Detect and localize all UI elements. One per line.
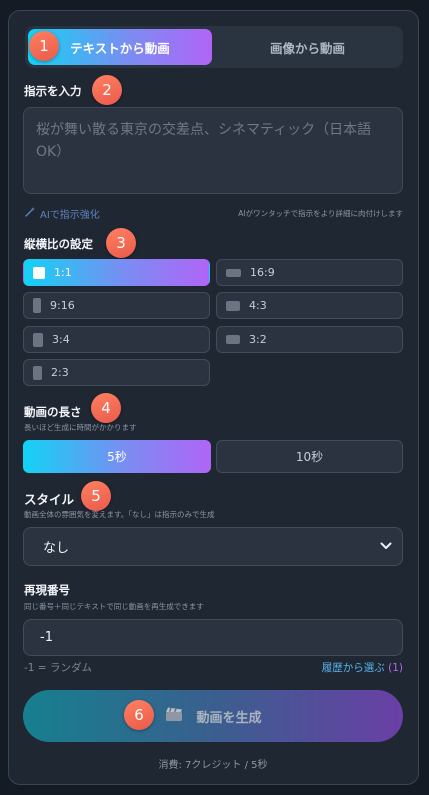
aspect-option-label: 3:2 <box>249 333 267 346</box>
history-label: 履歴から選ぶ <box>321 662 385 674</box>
aspect-option-2-3[interactable]: 2:3 <box>23 359 210 386</box>
aspect-option-9-16[interactable]: 9:16 <box>23 292 210 319</box>
seed-random-note: -1 = ランダム <box>24 662 92 674</box>
seed-input[interactable]: -1 <box>23 619 403 656</box>
magic-wand-icon <box>24 206 36 221</box>
portrait-icon <box>33 298 41 313</box>
seed-label: 再現番号 <box>24 583 70 597</box>
aspect-option-label: 1:1 <box>54 266 72 279</box>
aspect-option-label: 2:3 <box>51 366 69 379</box>
aspect-option-label: 16:9 <box>250 266 275 279</box>
duration-label: 動画の長さ <box>24 405 82 419</box>
portrait-icon <box>33 332 43 347</box>
prompt-label: 指示を入力 <box>24 84 82 98</box>
clapperboard-icon <box>164 706 186 726</box>
step-badge-5: 5 <box>81 481 111 511</box>
style-label: スタイル <box>24 492 75 507</box>
step-badge-4: 4 <box>91 393 121 423</box>
ai-enhance-note: AIがワンタッチで指示をより詳細に肉付けします <box>238 209 403 218</box>
aspect-label: 縦横比の設定 <box>24 237 93 251</box>
aspect-option-3-4[interactable]: 3:4 <box>23 326 210 353</box>
step-badge-3: 3 <box>106 228 136 258</box>
prompt-textarea[interactable]: 桜が舞い散る東京の交差点、シネマティック（日本語OK） <box>23 107 403 194</box>
chevron-down-icon <box>380 539 392 554</box>
mode-tabs: テキストから動画 画像から動画 <box>25 26 403 68</box>
duration-option-5s[interactable]: 5秒 <box>23 440 211 473</box>
landscape-icon <box>226 335 240 344</box>
style-select[interactable]: なし <box>23 527 403 566</box>
landscape-icon <box>226 268 241 277</box>
landscape-icon <box>226 300 240 311</box>
aspect-option-label: 9:16 <box>50 299 75 312</box>
step-badge-6: 6 <box>124 700 154 730</box>
square-icon <box>33 266 45 279</box>
ai-enhance-link[interactable]: AIで指示強化 <box>24 206 100 221</box>
step-badge-1: 1 <box>29 31 59 61</box>
duration-hint: 長いほど生成に時間がかかります <box>24 423 137 432</box>
duration-option-10s[interactable]: 10秒 <box>216 440 403 473</box>
aspect-option-label: 3:4 <box>52 333 70 346</box>
generate-label: 動画を生成 <box>196 710 262 726</box>
aspect-option-3-2[interactable]: 3:2 <box>216 326 403 353</box>
aspect-option-4-3[interactable]: 4:3 <box>216 292 403 319</box>
aspect-option-label: 4:3 <box>249 299 267 312</box>
style-hint: 動画全体の雰囲気を変えます。「なし」は指示のみで生成 <box>24 510 215 519</box>
generate-button[interactable]: 動画を生成 <box>23 690 403 742</box>
credit-cost: 消費: 7クレジット / 5秒 <box>158 760 268 771</box>
seed-hint: 同じ番号＋同じテキストで同じ動画を再生成できます <box>24 602 204 611</box>
portrait-icon <box>33 365 42 380</box>
history-count: (1) <box>388 662 403 674</box>
history-link[interactable]: 履歴から選ぶ (1) <box>240 660 403 675</box>
aspect-option-1-1[interactable]: 1:1 <box>23 259 210 286</box>
aspect-option-16-9[interactable]: 16:9 <box>216 259 403 286</box>
tab-image-to-video[interactable]: 画像から動画 <box>215 29 400 65</box>
step-badge-2: 2 <box>92 75 122 105</box>
style-select-value: なし <box>43 541 70 556</box>
ai-enhance-label: AIで指示強化 <box>40 210 100 221</box>
